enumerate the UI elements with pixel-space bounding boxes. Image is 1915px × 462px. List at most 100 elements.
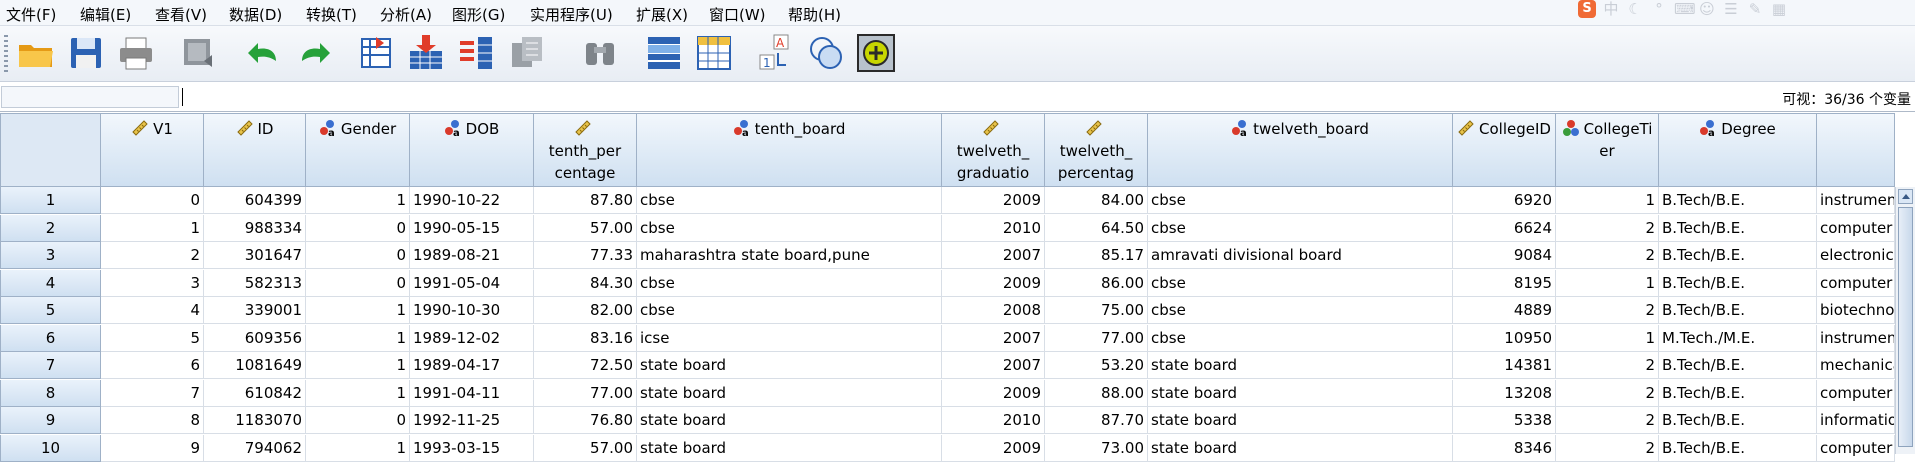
data-cell[interactable]: 1991-05-04 bbox=[410, 269, 534, 297]
undo-icon[interactable] bbox=[244, 33, 284, 73]
select-cases-icon[interactable] bbox=[856, 33, 896, 73]
data-cell[interactable]: B.Tech/B.E. bbox=[1659, 242, 1817, 269]
redo-icon[interactable] bbox=[294, 33, 334, 73]
grid-icon[interactable]: ▦ bbox=[1770, 0, 1788, 18]
data-cell[interactable]: 988334 bbox=[204, 214, 306, 242]
data-cell[interactable]: instrument bbox=[1817, 324, 1895, 352]
data-cell[interactable]: 2007 bbox=[942, 324, 1045, 352]
data-cell[interactable]: 5338 bbox=[1453, 407, 1556, 434]
data-cell[interactable]: B.Tech/B.E. bbox=[1659, 269, 1817, 297]
data-cell[interactable]: 64.50 bbox=[1045, 214, 1148, 242]
data-cell[interactable]: 88.00 bbox=[1045, 379, 1148, 407]
data-cell[interactable]: 9 bbox=[101, 434, 204, 462]
data-cell[interactable]: state board bbox=[637, 434, 942, 462]
data-cell[interactable]: 794062 bbox=[204, 434, 306, 462]
data-cell[interactable]: 77.00 bbox=[534, 379, 637, 407]
data-cell[interactable]: 1991-04-11 bbox=[410, 379, 534, 407]
insert-cases-icon[interactable] bbox=[644, 33, 684, 73]
data-cell[interactable]: 1989-04-17 bbox=[410, 352, 534, 379]
data-cell[interactable]: B.Tech/B.E. bbox=[1659, 379, 1817, 407]
data-cell[interactable]: state board bbox=[1148, 407, 1453, 434]
data-cell[interactable]: 4889 bbox=[1453, 297, 1556, 324]
data-cell[interactable]: 1 bbox=[101, 214, 204, 242]
data-cell[interactable]: 84.00 bbox=[1045, 187, 1148, 214]
data-cell[interactable]: state board bbox=[637, 379, 942, 407]
data-cell[interactable]: cbse bbox=[637, 269, 942, 297]
data-cell[interactable]: 6624 bbox=[1453, 214, 1556, 242]
row-header[interactable]: 3 bbox=[0, 242, 101, 269]
data-cell[interactable]: 2007 bbox=[942, 242, 1045, 269]
column-header[interactable]: twelveth_ percentag e bbox=[1045, 113, 1148, 187]
toolbar-grip[interactable] bbox=[4, 35, 8, 75]
data-cell[interactable]: M.Tech./M.E. bbox=[1659, 324, 1817, 352]
sogou-s-icon[interactable]: S bbox=[1578, 0, 1596, 18]
menu-item[interactable]: 扩展(X) bbox=[636, 4, 688, 25]
data-cell[interactable]: 1 bbox=[306, 297, 410, 324]
data-cell[interactable]: 86.00 bbox=[1045, 269, 1148, 297]
column-header[interactable]: ID bbox=[204, 113, 306, 187]
data-cell[interactable]: 1 bbox=[1556, 187, 1659, 214]
menu-item[interactable]: 图形(G) bbox=[452, 4, 505, 25]
data-cell[interactable]: 609356 bbox=[204, 324, 306, 352]
data-cell[interactable]: 77.00 bbox=[1045, 324, 1148, 352]
row-header[interactable]: 5 bbox=[0, 297, 101, 324]
data-cell[interactable]: cbse bbox=[1148, 214, 1453, 242]
data-cell[interactable]: electronics bbox=[1817, 242, 1895, 269]
data-cell[interactable]: 8346 bbox=[1453, 434, 1556, 462]
data-cell[interactable]: cbse bbox=[637, 214, 942, 242]
data-cell[interactable]: B.Tech/B.E. bbox=[1659, 434, 1817, 462]
data-cell[interactable]: computer s bbox=[1817, 214, 1895, 242]
menu-item[interactable]: 查看(V) bbox=[155, 4, 207, 25]
data-cell[interactable]: 77.33 bbox=[534, 242, 637, 269]
data-cell[interactable]: 85.17 bbox=[1045, 242, 1148, 269]
data-cell[interactable]: 1 bbox=[306, 379, 410, 407]
data-cell[interactable]: computer s bbox=[1817, 269, 1895, 297]
goto-variable-icon[interactable] bbox=[406, 33, 446, 73]
row-header[interactable]: 8 bbox=[0, 379, 101, 407]
data-cell[interactable]: 2 bbox=[1556, 214, 1659, 242]
data-cell[interactable]: 1989-08-21 bbox=[410, 242, 534, 269]
data-cell[interactable]: 84.30 bbox=[534, 269, 637, 297]
find-icon[interactable] bbox=[580, 33, 620, 73]
chinese-input-icon[interactable]: 中 bbox=[1602, 0, 1620, 18]
data-cell[interactable]: 2010 bbox=[942, 407, 1045, 434]
data-cell[interactable]: 301647 bbox=[204, 242, 306, 269]
column-header[interactable]: twelveth_ graduatio n bbox=[942, 113, 1045, 187]
data-cell[interactable]: 2 bbox=[1556, 242, 1659, 269]
data-cell[interactable]: 1993-03-15 bbox=[410, 434, 534, 462]
data-cell[interactable]: 2 bbox=[1556, 379, 1659, 407]
data-cell[interactable]: 0 bbox=[101, 187, 204, 214]
data-cell[interactable]: 2 bbox=[101, 242, 204, 269]
menu-item[interactable]: 分析(A) bbox=[380, 4, 432, 25]
data-cell[interactable]: instrument bbox=[1817, 187, 1895, 214]
data-cell[interactable]: 57.00 bbox=[534, 434, 637, 462]
data-cell[interactable]: icse bbox=[637, 324, 942, 352]
data-cell[interactable]: 1990-05-15 bbox=[410, 214, 534, 242]
menu-item[interactable]: 实用程序(U) bbox=[530, 4, 613, 25]
data-cell[interactable]: 83.16 bbox=[534, 324, 637, 352]
data-cell[interactable]: 87.80 bbox=[534, 187, 637, 214]
menu-icon[interactable]: ☰ bbox=[1722, 0, 1740, 18]
data-cell[interactable]: 6 bbox=[101, 352, 204, 379]
variables-icon[interactable] bbox=[456, 33, 496, 73]
data-cell[interactable]: 1 bbox=[306, 187, 410, 214]
data-cell[interactable]: B.Tech/B.E. bbox=[1659, 407, 1817, 434]
menu-item[interactable]: 帮助(H) bbox=[788, 4, 841, 25]
data-cell[interactable]: 10950 bbox=[1453, 324, 1556, 352]
data-cell[interactable]: 339001 bbox=[204, 297, 306, 324]
data-cell[interactable]: B.Tech/B.E. bbox=[1659, 297, 1817, 324]
data-cell[interactable]: cbse bbox=[1148, 269, 1453, 297]
row-header[interactable]: 6 bbox=[0, 324, 101, 352]
column-header[interactable]: a Degree bbox=[1659, 113, 1817, 187]
data-cell[interactable]: 1 bbox=[306, 324, 410, 352]
data-cell[interactable]: cbse bbox=[1148, 187, 1453, 214]
data-cell[interactable]: B.Tech/B.E. bbox=[1659, 214, 1817, 242]
menu-item[interactable]: 编辑(E) bbox=[80, 4, 131, 25]
data-cell[interactable]: 73.00 bbox=[1045, 434, 1148, 462]
column-header[interactable]: a Gender bbox=[306, 113, 410, 187]
column-header[interactable]: CollegeTi er bbox=[1556, 113, 1659, 187]
row-header[interactable]: 1 bbox=[0, 187, 101, 214]
data-cell[interactable]: 1183070 bbox=[204, 407, 306, 434]
data-cell[interactable]: 2008 bbox=[942, 297, 1045, 324]
scroll-up-arrow[interactable] bbox=[1898, 189, 1913, 204]
